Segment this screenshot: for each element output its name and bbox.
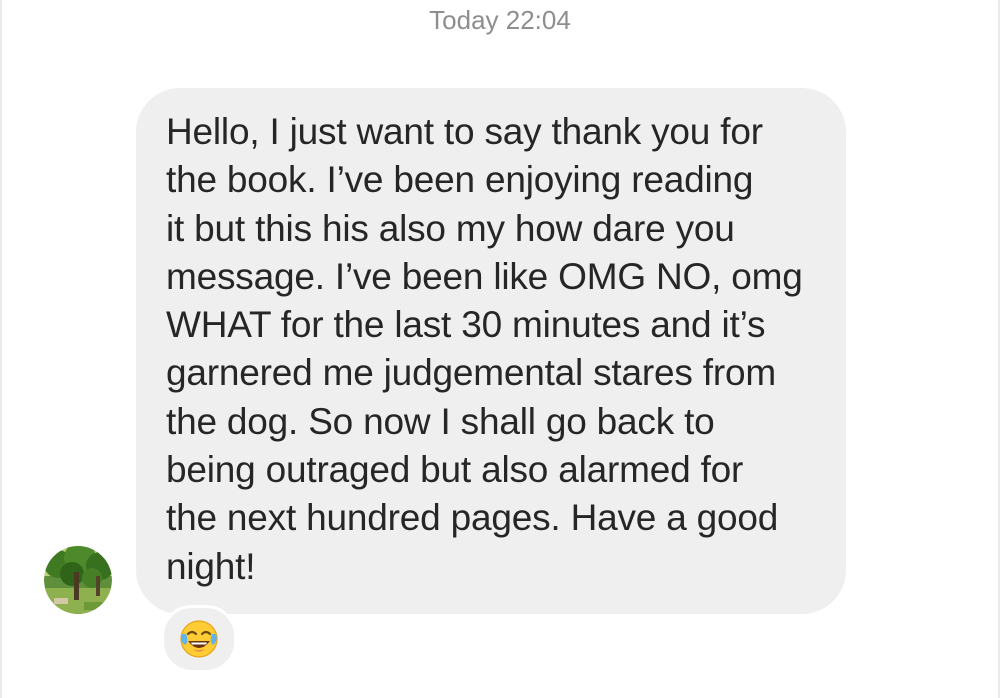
message-text: Hello, I just want to say thank you for … <box>166 108 826 591</box>
message-line: it but this his also my how dare you <box>166 207 735 249</box>
message-line: Hello, I just want to say thank you for <box>166 111 763 152</box>
message-line: WHAT for the last 30 minutes and it’s <box>166 304 766 346</box>
message-bubble[interactable]: Hello, I just want to say thank you for … <box>136 88 846 614</box>
message-line: night! <box>166 545 256 587</box>
tree-photo-avatar-image <box>44 546 112 614</box>
reaction-badge[interactable] <box>161 605 237 673</box>
message-line: garnered me judgemental stares from <box>166 352 776 394</box>
message-line: the dog. So now I shall go back to <box>166 400 715 442</box>
face-with-tears-of-joy-icon <box>180 620 218 658</box>
message-line: the book. I’ve been enjoying reading <box>166 159 754 201</box>
frame-edge-left <box>0 0 2 698</box>
message-line: being outraged but also alarmed for <box>166 449 744 491</box>
message-timestamp: Today 22:04 <box>429 5 571 35</box>
message-line: message. I’ve been like OMG NO, omg <box>166 255 803 297</box>
sender-avatar[interactable] <box>44 546 112 614</box>
message-line: the next hundred pages. Have a good <box>166 497 779 539</box>
